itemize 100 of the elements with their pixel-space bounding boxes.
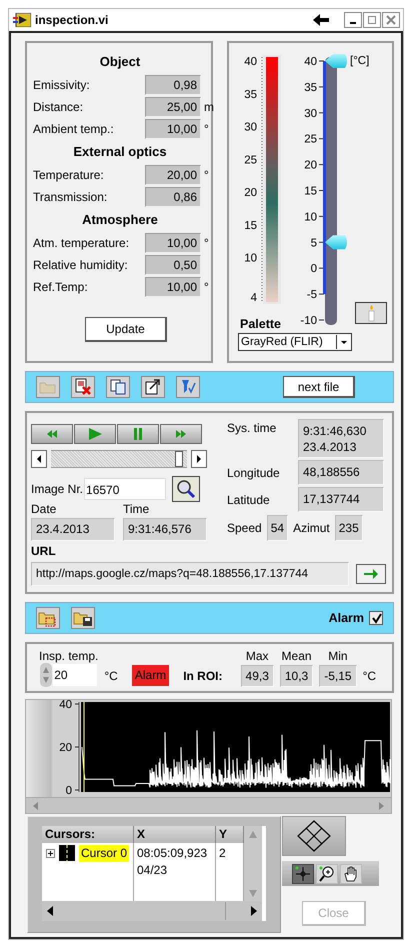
section-heading: Object [98, 53, 142, 71]
copy-icon [109, 378, 127, 396]
search-button[interactable] [172, 476, 200, 502]
fast-forward-button[interactable] [160, 424, 202, 444]
column-label: Mean [282, 649, 312, 663]
scroll-left-button[interactable] [31, 450, 47, 468]
value-field[interactable]: 10,00 [145, 233, 201, 253]
search-icon [176, 479, 196, 499]
field-label: Sys. time [227, 420, 278, 437]
copy-button[interactable] [106, 376, 130, 398]
cursor-mover-button[interactable] [282, 816, 346, 856]
pause-button[interactable] [117, 424, 159, 444]
slider-thumb[interactable] [325, 54, 347, 68]
save-roi-button[interactable] [71, 607, 95, 629]
delete-file-button[interactable] [71, 376, 95, 398]
rewind-button[interactable] [31, 424, 73, 444]
right-arrow-icon [363, 568, 380, 580]
left-arrow-icon [32, 802, 40, 810]
tick-label: 15 [244, 220, 257, 232]
tick-label: 0 [310, 263, 317, 276]
go-button[interactable] [356, 564, 386, 584]
statistic-field: 10,3 [280, 665, 314, 687]
slider-thumb[interactable] [175, 451, 184, 467]
tick-label: 5 [310, 237, 317, 250]
field-label: URL [31, 543, 57, 559]
expand-icon[interactable] [46, 849, 55, 858]
section-heading: Atmosphere [81, 211, 159, 229]
tick-label: 20 [304, 160, 317, 172]
column-header: X [134, 826, 216, 843]
field-label: Ambient temp.: [33, 122, 115, 136]
value-field[interactable]: 25,00 [145, 97, 201, 117]
spinner-control[interactable] [40, 663, 52, 687]
check-icon [370, 612, 382, 624]
unit-label: °C [362, 668, 376, 685]
unit-label: ° [203, 122, 210, 136]
cursor-tool-button[interactable] [292, 864, 314, 884]
field-label: Image Nr. [31, 482, 84, 496]
zoom-tool-button[interactable] [316, 864, 338, 884]
close-button[interactable] [382, 12, 400, 28]
tick-label: 10 [304, 211, 317, 224]
field-label: Emissivity: [33, 78, 91, 92]
field-label: Azimut [293, 521, 330, 535]
next-file-button[interactable]: next file [283, 376, 355, 398]
play-button[interactable] [74, 424, 116, 444]
image-number-field[interactable]: 16570 [84, 478, 166, 500]
tick-label: 25 [244, 154, 257, 166]
tick-label: 0 [66, 785, 72, 797]
tick-label: 20 [59, 742, 72, 754]
horizontal-scrollbar[interactable] [26, 797, 391, 813]
field-label: Latitude [227, 492, 271, 508]
tick-label: 15 [304, 186, 317, 198]
statistic-field: -5,15 [319, 665, 357, 687]
field-label: Date [31, 502, 58, 516]
palette-dropdown[interactable]: GrayRed (FLIR) [238, 333, 352, 351]
tick-label: 40 [304, 56, 317, 68]
tick-label: 4 [250, 292, 257, 304]
unit-label: m [203, 100, 211, 114]
slider-thumb[interactable] [325, 235, 347, 250]
left-arrow-icon[interactable] [312, 13, 330, 27]
value-field[interactable]: 10,00 [145, 277, 201, 297]
minimize-button[interactable] [344, 12, 362, 28]
value-field[interactable]: 20,00 [145, 165, 201, 185]
tick-label: 40 [59, 700, 72, 711]
image-position-slider[interactable] [51, 450, 187, 468]
value-field[interactable]: 0,86 [145, 187, 201, 207]
latitude-field: 17,137744 [298, 487, 384, 512]
unit-label: [°C] [350, 55, 370, 67]
inspection-temperature-field[interactable]: 20 [53, 664, 98, 686]
tick-label: 40 [244, 56, 257, 68]
longitude-field: 48,188556 [298, 460, 384, 485]
unit-label: ° [203, 280, 210, 294]
column-header: Y [216, 826, 244, 843]
pan-tool-button[interactable] [340, 864, 362, 884]
horizontal-scrollbar[interactable] [42, 901, 262, 921]
left-arrow-icon [36, 455, 42, 463]
value-field[interactable]: 0,50 [145, 255, 201, 275]
light-button[interactable] [355, 302, 387, 324]
maximize-icon [367, 15, 377, 25]
export-button[interactable] [141, 376, 165, 398]
tick-label: 25 [304, 134, 317, 146]
tick-label: 35 [244, 88, 257, 101]
alarm-checkbox[interactable] [369, 611, 383, 625]
open-roi-button[interactable] [36, 607, 60, 629]
column-label: Min [328, 649, 348, 663]
field-label: Longitude [227, 464, 281, 482]
section-heading: External optics [72, 143, 168, 161]
pin-button[interactable] [176, 376, 200, 398]
unit-label: ° [203, 168, 210, 182]
field-label: Time [123, 502, 150, 516]
scroll-right-button[interactable] [191, 450, 207, 468]
value-field[interactable]: 0,98 [145, 75, 201, 95]
roi-label: In ROI: [183, 668, 223, 685]
field-label: Relative humidity: [33, 258, 129, 272]
cursor-name[interactable]: Cursor 0 [79, 845, 130, 862]
value-field[interactable]: 10,00 [145, 119, 201, 139]
update-button[interactable]: Update [85, 317, 167, 342]
right-arrow-icon [196, 455, 202, 463]
date-field: 23.4.2013 [31, 518, 115, 541]
tick-label: 20 [244, 187, 257, 199]
field-label: Temperature: [33, 168, 105, 182]
